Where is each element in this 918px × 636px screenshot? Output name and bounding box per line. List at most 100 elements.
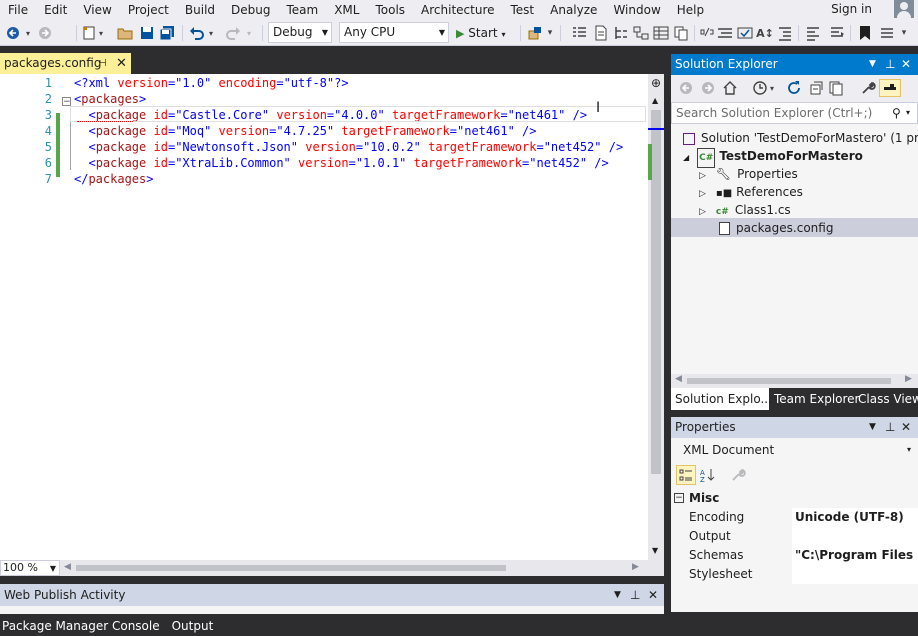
undo-icon[interactable] [188, 24, 206, 42]
horizontal-scroll-thumb[interactable] [76, 565, 506, 571]
menu-window[interactable]: Window [605, 0, 668, 20]
scroll-left-icon[interactable]: ◀ [64, 562, 71, 572]
scroll-right-icon[interactable]: ▶ [905, 374, 912, 384]
back-icon[interactable] [677, 79, 695, 97]
tree-item-references[interactable]: ▷ ▪■ References [699, 183, 803, 203]
show-all-files-icon[interactable] [827, 79, 845, 97]
scroll-thumb[interactable] [651, 110, 661, 474]
close-icon[interactable]: ✕ [648, 584, 658, 606]
vertical-scrollbar[interactable]: ⊕ ▲ ▼ [648, 74, 664, 560]
property-pages-icon[interactable] [729, 466, 747, 484]
expanded-arrow-icon[interactable]: ◢ [683, 153, 689, 162]
chevron-down-icon[interactable]: ▾ [906, 103, 910, 123]
pin-icon[interactable]: ⊥ [885, 417, 895, 438]
back-icon[interactable] [4, 24, 22, 42]
panel-menu-icon[interactable]: ▼ [869, 54, 876, 75]
properties-object-select[interactable]: XML Document ▾ [671, 438, 918, 462]
hierarchy-icon[interactable] [612, 24, 630, 42]
outdent-icon[interactable] [828, 24, 846, 42]
property-row-encoding[interactable]: Encoding Unicode (UTF-8) [671, 508, 918, 527]
zoom-select[interactable]: 100 % ▼ [0, 560, 60, 576]
format-icon[interactable] [736, 24, 754, 42]
menu-project[interactable]: Project [120, 0, 177, 20]
document-icon[interactable] [592, 24, 610, 42]
panel-menu-icon[interactable]: ▼ [869, 417, 876, 438]
copy-icon[interactable] [672, 24, 690, 42]
redo-icon[interactable] [224, 24, 242, 42]
scroll-down-icon[interactable]: ▼ [652, 546, 658, 555]
solution-search-input[interactable]: Search Solution Explorer (Ctrl+;) ⚲ ▾ [671, 102, 918, 124]
web-publish-panel-header[interactable]: Web Publish Activity ▼ ⊥ ✕ [0, 584, 664, 606]
property-value[interactable] [792, 565, 918, 584]
toolbar-options-icon[interactable]: ▾ [898, 24, 910, 42]
scroll-right-icon[interactable]: ▶ [632, 562, 639, 572]
outline-icon[interactable] [570, 24, 588, 42]
scroll-thumb[interactable] [687, 378, 891, 384]
collapse-icon[interactable]: − [62, 97, 71, 107]
alphabetical-icon[interactable]: AZ [699, 466, 717, 484]
schema-icon[interactable] [632, 24, 650, 42]
grid-icon[interactable] [652, 24, 670, 42]
split-icon[interactable]: ⊕ [649, 76, 663, 90]
close-icon[interactable]: ✕ [116, 53, 127, 74]
menu-test[interactable]: Test [503, 0, 543, 20]
tab-team-explorer[interactable]: Team Explorer [770, 388, 864, 410]
find-in-files-icon[interactable] [526, 24, 544, 42]
refresh-icon[interactable] [785, 79, 803, 97]
comment-icon[interactable] [698, 24, 716, 42]
preview-selected-items-icon[interactable] [879, 79, 901, 97]
solution-horizontal-scrollbar[interactable]: ◀ ▶ [671, 374, 918, 388]
indent-icon[interactable] [776, 24, 794, 42]
forward-icon[interactable] [699, 79, 717, 97]
align-icon[interactable] [804, 24, 822, 42]
tree-item-packages-config[interactable]: packages.config [719, 219, 833, 237]
save-icon[interactable] [138, 24, 156, 42]
property-row-output[interactable]: Output [671, 527, 918, 546]
new-dropdown-icon[interactable]: ▾ [96, 24, 106, 42]
code-line[interactable]: <?xml version="1.0" encoding="utf-8"?> [74, 75, 349, 91]
properties-header[interactable]: Properties ▼ ⊥ ✕ [671, 417, 918, 438]
menu-team[interactable]: Team [278, 0, 326, 20]
case-icon[interactable]: A↕ [756, 24, 774, 42]
code-line[interactable]: <package id="Moq" version="4.7.25" targe… [74, 123, 536, 139]
property-value[interactable]: "C:\Program Files (x86 [792, 546, 918, 565]
collapse-all-icon[interactable] [807, 79, 825, 97]
code-line[interactable]: <package id="XtraLib.Common" version="1.… [74, 155, 608, 171]
menu-analyze[interactable]: Analyze [542, 0, 605, 20]
code-editor[interactable]: 1234567 <?xml version="1.0" encoding="ut… [0, 74, 648, 560]
tree-solution-node[interactable]: Solution 'TestDemoForMastero' (1 projec [683, 129, 918, 147]
solution-explorer-header[interactable]: Solution Explorer ▼ ⊥ ✕ [671, 54, 918, 75]
tab-output[interactable]: Output [166, 616, 220, 636]
property-value[interactable] [792, 527, 918, 546]
sign-in-link[interactable]: Sign in [831, 2, 872, 16]
back-dropdown-icon[interactable]: ▾ [22, 24, 34, 42]
tree-item-properties[interactable]: ▷ 🔧︎ Properties [699, 165, 798, 185]
collapsed-arrow-icon[interactable]: ▷ [699, 171, 706, 181]
solution-platform-select[interactable]: Any CPU ▼ [339, 22, 449, 43]
property-row-stylesheet[interactable]: Stylesheet [671, 565, 918, 584]
search-icon[interactable]: ⚲ [892, 103, 901, 123]
menu-architecture[interactable]: Architecture [413, 0, 502, 20]
panel-menu-icon[interactable]: ▼ [614, 584, 621, 606]
start-debugging-button[interactable]: ▶ Start ▾ [456, 24, 516, 42]
save-all-icon[interactable] [158, 24, 176, 42]
tab-packages-config[interactable]: packages.config ⊣ ✕ [0, 53, 131, 74]
property-value[interactable]: Unicode (UTF-8) [792, 508, 918, 527]
collapse-icon[interactable]: − [674, 493, 684, 503]
collapsed-arrow-icon[interactable]: ▷ [699, 189, 706, 199]
uncomment-icon[interactable] [716, 24, 734, 42]
home-icon[interactable] [721, 79, 739, 97]
menu-tools[interactable]: Tools [367, 0, 413, 20]
menu-file[interactable]: File [0, 0, 36, 20]
properties-wrench-icon[interactable] [859, 79, 877, 97]
close-icon[interactable]: ✕ [901, 54, 911, 75]
code-line[interactable]: <packages> [74, 91, 146, 107]
collapsed-arrow-icon[interactable]: ▷ [699, 207, 706, 217]
tab-class-view[interactable]: Class View [854, 388, 918, 410]
pin-icon[interactable]: ⊥ [885, 54, 895, 75]
toolbar-overflow-icon[interactable]: ▾ [545, 24, 555, 42]
menu-debug[interactable]: Debug [223, 0, 278, 20]
menu-build[interactable]: Build [177, 0, 223, 20]
category-row[interactable]: − Misc [671, 489, 918, 508]
menu-edit[interactable]: Edit [36, 0, 75, 20]
